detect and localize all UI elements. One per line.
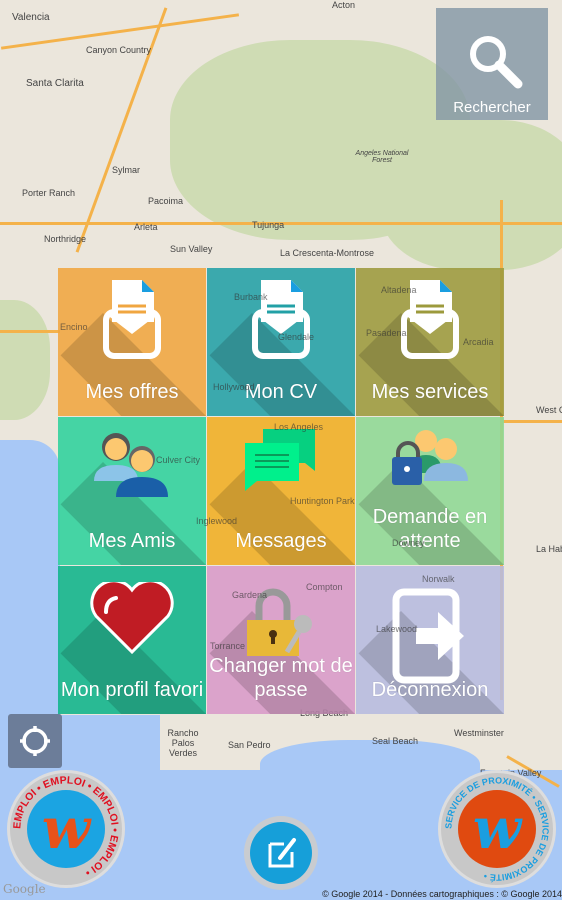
w-logo: w [27,790,105,868]
service-proximite-badge-button[interactable]: SERVICE DE PROXIMITÉ • SERVICE DE PROXIM… [438,770,556,888]
map-label: Santa Clarita [26,78,84,89]
tile-label: Changer mot de passe [209,655,353,701]
map-label: West Covina [536,405,562,415]
menu-tile-messages[interactable]: Messages [207,417,355,565]
envelope-document-icon [398,276,462,365]
road [0,330,60,333]
menu-tile-mes-offres[interactable]: Mes offres [58,268,206,416]
w-logo: w [458,790,536,868]
menu-tile-mon-profil-favori[interactable]: Mon profil favori [58,566,206,714]
edit-icon [268,838,296,868]
heart-icon [90,579,174,659]
map-label: Angeles National Forest [355,150,409,164]
map-label: Rancho Palos Verdes [167,728,199,758]
tile-label: Mon profil favori [60,679,204,701]
my-location-button[interactable] [8,714,62,768]
envelope-document-icon [100,276,164,365]
map-label: Sun Valley [170,244,213,254]
chat-bubbles-icon [243,425,319,496]
menu-tile-mes-services[interactable]: Mes services [356,268,504,416]
tile-label: Mes offres [85,381,179,403]
menu-tile-mon-cv[interactable]: Mon CV [207,268,355,416]
map-label: Valencia [12,12,50,23]
tile-label: Demande en attente [372,506,488,552]
tile-label: Mes services [371,381,489,403]
map-label: Acton [332,0,356,10]
menu-tile-changer-mot-de-passe[interactable]: Changer mot de passe [207,566,355,714]
menu-tile-demande-en-attente[interactable]: Demande en attente [356,417,504,565]
tile-label: Déconnexion [371,679,489,701]
map-label: Westminster [454,728,504,738]
locked-users-icon [390,425,470,496]
tile-label: Mes Amis [88,530,176,552]
search-button[interactable]: Rechercher [436,8,548,120]
map-label: Arleta [134,222,158,232]
menu-tile-mes-amis[interactable]: Mes Amis [58,417,206,565]
tile-label: Messages [235,530,327,552]
crosshair-icon [20,726,50,756]
map-label: Seal Beach [372,736,419,746]
map-label: Sylmar [112,165,141,175]
compose-button[interactable] [244,816,318,890]
map-label: Canyon Country [86,45,152,55]
map-label: La Habra [536,544,562,554]
tile-label: Mon CV [244,381,318,403]
map-label: Pacoima [148,196,184,206]
forest-area [380,120,562,270]
forest-area [0,300,50,420]
map-label: La Crescenta-Montrose [280,248,375,258]
map-label: Tujunga [252,220,285,230]
envelope-document-icon [249,276,313,365]
menu-tile-déconnexion[interactable]: Déconnexion [356,566,504,714]
map-label: San Pedro [228,740,271,750]
search-label: Rechercher [453,99,531,116]
friends-icon [90,425,174,506]
map-attribution: © Google 2014 - Données cartographiques … [322,889,562,899]
logout-icon [392,588,468,689]
search-icon [470,36,523,89]
road [503,420,562,423]
map-label: Northridge [44,234,87,244]
emploi-badge-button[interactable]: EMPLOI • EMPLOI • EMPLOI • EMPLOI • w [7,770,125,888]
map-label: Porter Ranch [22,188,76,198]
